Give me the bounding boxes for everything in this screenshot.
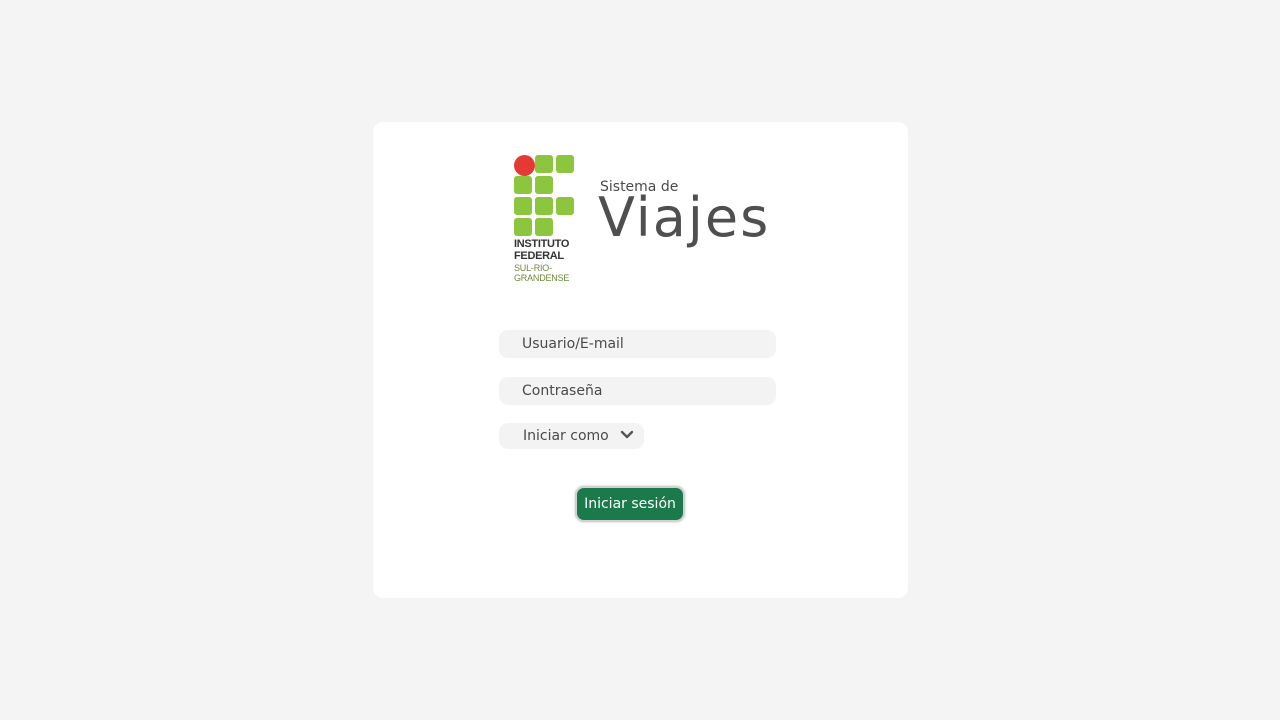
logo-text-line1: INSTITUTO: [514, 238, 570, 250]
logo-square: [535, 218, 553, 236]
logo-text-line2: FEDERAL: [514, 250, 564, 262]
login-button[interactable]: Iniciar sesión: [575, 486, 685, 522]
logo-square: [514, 218, 532, 236]
app-title: Viajes: [598, 186, 771, 249]
logo-square: [556, 197, 574, 215]
logo-square: [535, 155, 553, 173]
role-select[interactable]: Iniciar como: [499, 423, 644, 449]
logo-square: [514, 197, 532, 215]
institute-logo: INSTITUTO FEDERAL SUL-RIO- GRANDENSE: [514, 155, 580, 287]
logo-square: [535, 197, 553, 215]
chevron-down-icon: [620, 430, 634, 439]
username-input[interactable]: [499, 330, 776, 358]
logo-text-line3: SUL-RIO-: [514, 263, 552, 273]
login-card: INSTITUTO FEDERAL SUL-RIO- GRANDENSE Sis…: [373, 122, 908, 598]
logo-square: [556, 155, 574, 173]
logo-square: [535, 176, 553, 194]
password-input[interactable]: [499, 377, 776, 405]
logo-square: [514, 176, 532, 194]
role-select-label: Iniciar como: [523, 428, 609, 444]
logo-red-circle: [514, 155, 535, 176]
logo-text-line4: GRANDENSE: [514, 273, 570, 283]
